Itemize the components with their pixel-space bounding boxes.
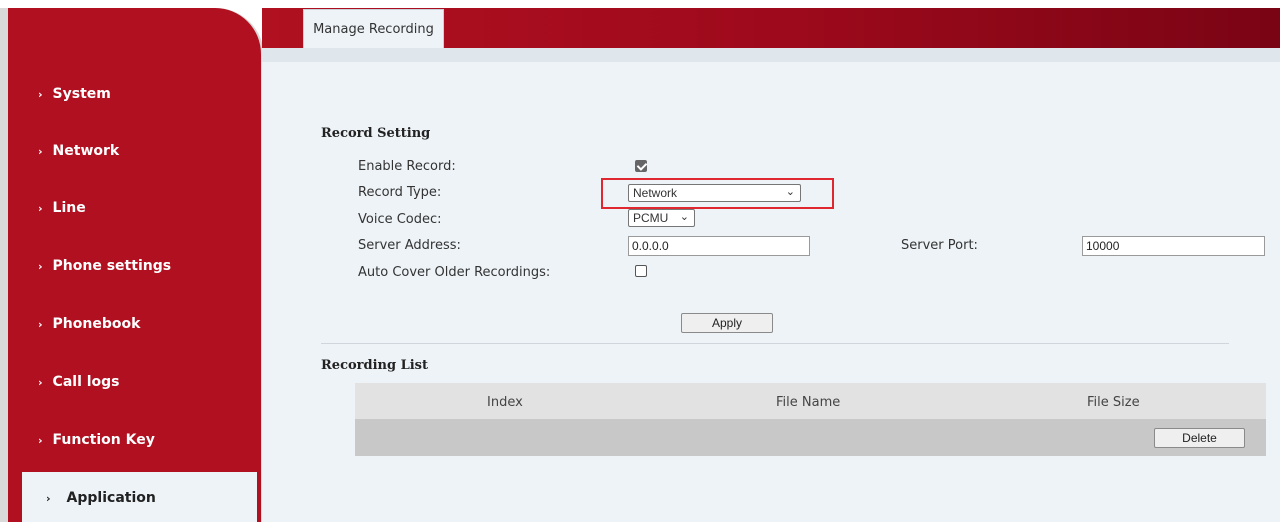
sidebar-item-label: Phone settings [52, 258, 172, 274]
voice-codec-label: Voice Codec: [358, 212, 442, 227]
server-port-label: Server Port: [901, 238, 978, 253]
chevron-right-icon: › [46, 491, 51, 505]
enable-record-label: Enable Record: [358, 159, 456, 174]
tab-manage-recording[interactable]: Manage Recording [303, 9, 444, 48]
sidebar-item-network[interactable]: › Network [8, 123, 261, 179]
sidebar-item-label: Line [52, 200, 86, 216]
chevron-right-icon: › [38, 375, 43, 389]
enable-record-checkbox[interactable] [635, 160, 647, 172]
voice-codec-select[interactable]: PCMU ⌄ [628, 209, 695, 227]
auto-cover-label: Auto Cover Older Recordings: [358, 265, 551, 280]
sidebar-item-function-key[interactable]: › Function Key [8, 412, 261, 468]
chevron-right-icon: › [38, 87, 43, 101]
sidebar-item-label: Application [66, 490, 156, 506]
sidebar-item-line[interactable]: › Line [8, 180, 261, 236]
tab-label: Manage Recording [313, 21, 434, 37]
server-address-label: Server Address: [358, 238, 461, 253]
chevron-down-icon: ⌄ [679, 211, 689, 223]
sidebar-item-phonebook[interactable]: › Phonebook [8, 296, 261, 352]
sidebar-item-phone-settings[interactable]: › Phone settings [8, 238, 261, 294]
record-type-select[interactable]: Network ⌄ [628, 184, 801, 202]
chevron-right-icon: › [38, 317, 43, 331]
sidebar-item-label: System [52, 86, 111, 102]
column-header-file-size: File Size [1087, 395, 1140, 410]
column-header-file-name: File Name [776, 395, 841, 410]
sidebar-item-label: Network [52, 143, 120, 159]
sidebar-item-label: Function Key [52, 432, 155, 448]
chevron-right-icon: › [38, 433, 43, 447]
sidebar-item-system[interactable]: › System [8, 66, 261, 122]
sidebar-item-label: Phonebook [52, 316, 141, 332]
record-type-value: Network [633, 186, 678, 200]
server-port-input[interactable]: 10000 [1082, 236, 1265, 256]
sidebar: › System › Network › Line › Phone settin… [8, 8, 261, 522]
chevron-down-icon: ⌄ [785, 186, 795, 198]
column-header-index: Index [487, 395, 523, 410]
divider [321, 343, 1229, 344]
voice-codec-value: PCMU [633, 211, 669, 225]
delete-button[interactable]: Delete [1154, 428, 1245, 448]
chevron-right-icon: › [38, 201, 43, 215]
server-address-input[interactable]: 0.0.0.0 [628, 236, 810, 256]
table-row [355, 419, 1266, 456]
sidebar-item-application[interactable]: › Application [22, 472, 257, 522]
sidebar-item-label: Call logs [52, 374, 120, 390]
sidebar-item-call-logs[interactable]: › Call logs [8, 354, 261, 410]
auto-cover-checkbox[interactable] [635, 265, 647, 277]
banner-strip [262, 48, 1280, 62]
chevron-right-icon: › [38, 144, 43, 158]
recording-list-title: Recording List [321, 358, 429, 373]
record-type-label: Record Type: [358, 185, 442, 200]
chevron-right-icon: › [38, 259, 43, 273]
record-setting-title: Record Setting [321, 126, 431, 141]
apply-button[interactable]: Apply [681, 313, 773, 333]
